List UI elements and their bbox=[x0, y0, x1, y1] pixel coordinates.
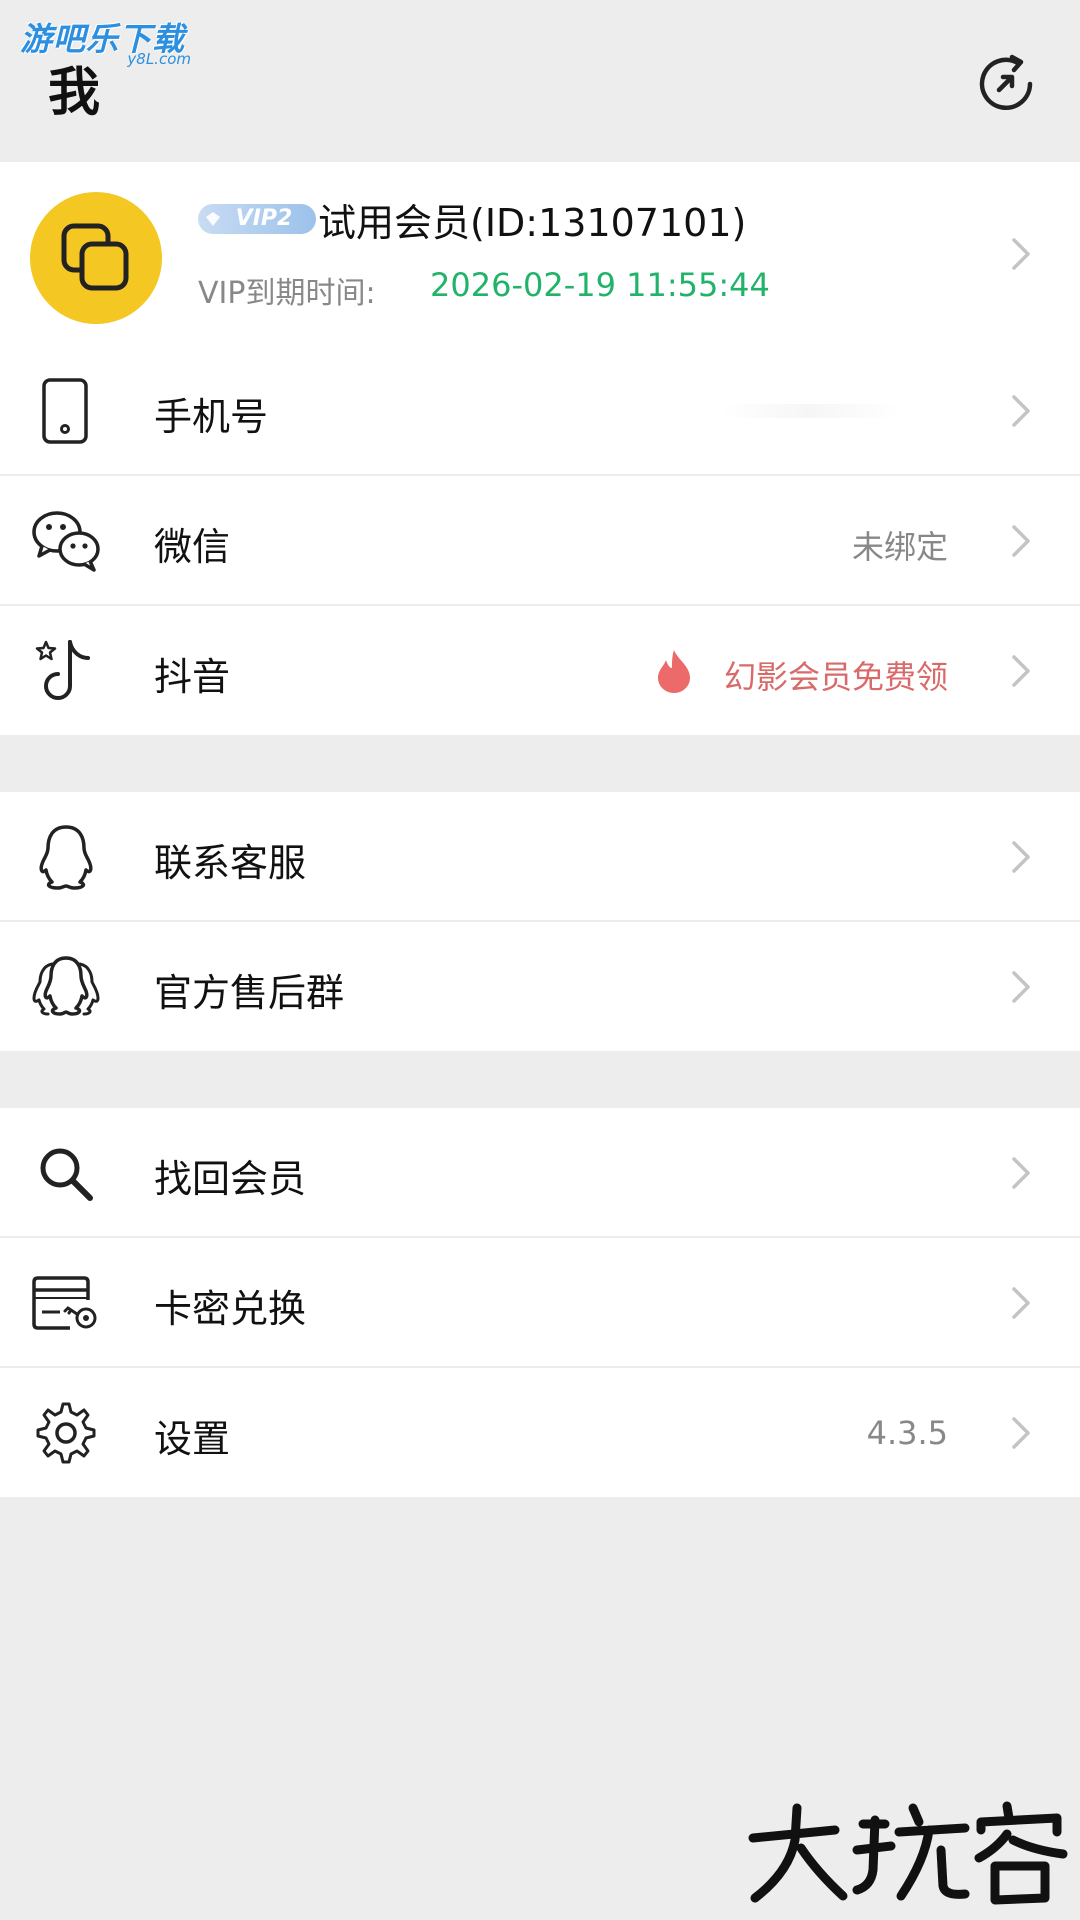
menu-item-label: 官方售后群 bbox=[154, 971, 345, 1015]
vip-expire-value: 2026-02-19 11:55:44 bbox=[430, 266, 770, 304]
watermark-domain: y8L.com bbox=[127, 50, 191, 68]
flame-icon bbox=[658, 650, 690, 693]
chevron-right-icon bbox=[1012, 1157, 1030, 1189]
app-version: 4.3.5 bbox=[866, 1414, 948, 1452]
menu-item-label: 微信 bbox=[154, 525, 231, 569]
phone-icon bbox=[42, 378, 88, 444]
menu-item-label: 卡密兑换 bbox=[154, 1287, 307, 1331]
chevron-right-icon bbox=[1012, 1287, 1030, 1319]
copy-icon bbox=[61, 223, 129, 291]
chevron-right-icon bbox=[1012, 841, 1030, 873]
profile-card[interactable]: VIP2 试用会员(ID:13107101) VIP到期时间: 2026-02-… bbox=[0, 162, 1080, 347]
vip-expire-label: VIP到期时间: bbox=[198, 276, 376, 311]
vip-badge-label: VIP2 bbox=[235, 206, 293, 231]
chevron-right-icon bbox=[1012, 971, 1030, 1003]
profile-name: 试用会员(ID:13107101) bbox=[318, 201, 747, 245]
vip-badge: VIP2 bbox=[198, 204, 316, 234]
douyin-promo-text[interactable]: 幻影会员免费领 bbox=[724, 652, 948, 698]
menu-item-label: 找回会员 bbox=[154, 1157, 307, 1201]
menu-item-card-key-redeem[interactable]: 卡密兑换 bbox=[0, 1238, 1080, 1367]
refresh-icon[interactable] bbox=[972, 50, 1040, 118]
qq-icon bbox=[39, 825, 93, 890]
chevron-right-icon bbox=[1012, 655, 1030, 687]
phone-number-mask bbox=[720, 404, 900, 418]
chevron-right-icon bbox=[1012, 525, 1030, 557]
chevron-right-icon bbox=[1012, 238, 1030, 270]
avatar[interactable] bbox=[30, 192, 162, 324]
qq-group-icon bbox=[32, 956, 100, 1016]
watermark-logo: 游吧乐下载 y8L.com bbox=[20, 14, 195, 72]
menu-item-phone[interactable]: 手机号 bbox=[0, 346, 1080, 475]
wechat-icon bbox=[32, 511, 100, 572]
diamond-icon bbox=[206, 212, 220, 226]
wechat-bind-status: 未绑定 bbox=[851, 528, 948, 566]
menu-item-label: 抖音 bbox=[154, 655, 231, 699]
douyin-icon bbox=[35, 640, 90, 700]
menu-item-douyin[interactable]: 抖音 幻影会员免费领 bbox=[0, 606, 1080, 735]
menu-item-settings[interactable]: 设置 4.3.5 bbox=[0, 1368, 1080, 1497]
menu-item-wechat[interactable]: 微信 未绑定 bbox=[0, 476, 1080, 605]
menu-item-label: 设置 bbox=[154, 1417, 231, 1461]
signature-watermark bbox=[748, 1801, 1068, 1905]
search-icon bbox=[40, 1148, 93, 1201]
card-key-icon bbox=[32, 1276, 97, 1330]
menu-item-customer-service[interactable]: 联系客服 bbox=[0, 792, 1080, 921]
menu-item-aftersales-group[interactable]: 官方售后群 bbox=[0, 922, 1080, 1051]
gear-icon bbox=[36, 1402, 96, 1464]
menu-item-label: 联系客服 bbox=[154, 841, 307, 885]
menu-item-label: 手机号 bbox=[154, 395, 269, 439]
chevron-right-icon bbox=[1012, 1417, 1030, 1449]
chevron-right-icon bbox=[1012, 395, 1030, 427]
menu-item-recover-membership[interactable]: 找回会员 bbox=[0, 1108, 1080, 1237]
